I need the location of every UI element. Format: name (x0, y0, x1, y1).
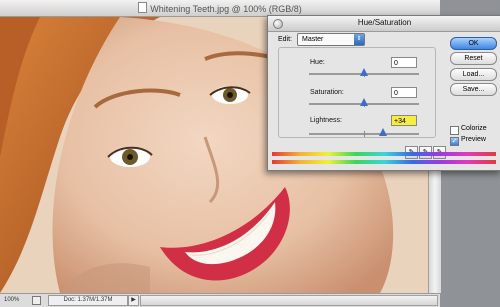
dialog-title: Hue/Saturation (357, 18, 412, 27)
lightness-slider-thumb[interactable] (379, 128, 387, 136)
output-color-bar (272, 160, 496, 164)
saturation-label: Saturation: (310, 89, 344, 96)
hue-saturation-dialog: Hue/Saturation Edit: Master ⇕ Hue: 0 Sat… (267, 15, 500, 171)
document-title-wrap: Whitening Teeth.jpg @ 100% (RGB/8) (0, 2, 440, 14)
colorize-checkbox[interactable] (450, 126, 459, 135)
input-color-bar (272, 152, 496, 156)
save-button[interactable]: Save... (450, 83, 497, 96)
file-icon (138, 2, 148, 13)
saturation-slider-thumb[interactable] (360, 98, 368, 106)
dialog-titlebar[interactable]: Hue/Saturation (268, 16, 500, 32)
document-size[interactable]: Doc: 1.37M/1.37M (48, 295, 128, 306)
colorize-label: Colorize (461, 125, 487, 132)
adjustment-group: Hue: 0 Saturation: 0 Lightness: +34 (278, 47, 436, 138)
lightness-center-tick (364, 131, 365, 137)
zoom-level[interactable]: 100% (4, 297, 19, 303)
hue-label: Hue: (310, 59, 325, 66)
document-title: Whitening Teeth.jpg @ 100% (RGB/8) (150, 4, 302, 14)
select-arrows-icon: ⇕ (354, 34, 364, 45)
edit-select-value: Master (302, 36, 324, 43)
hue-slider[interactable] (309, 68, 419, 77)
preview-checkbox[interactable]: ✓ (450, 137, 459, 146)
saturation-input[interactable]: 0 (391, 87, 417, 98)
horizontal-scrollbar[interactable] (140, 295, 438, 306)
lightness-slider[interactable] (309, 128, 419, 137)
lightness-label: Lightness: (310, 117, 342, 124)
hue-input[interactable]: 0 (391, 57, 417, 68)
edit-label: Edit: (278, 36, 293, 43)
status-icon[interactable] (32, 296, 41, 305)
reset-button[interactable]: Reset (450, 52, 497, 65)
lightness-input[interactable]: +34 (391, 115, 417, 126)
status-menu-arrow-icon[interactable]: ▶ (128, 295, 139, 306)
hue-slider-thumb[interactable] (360, 68, 368, 76)
edit-select[interactable]: Master ⇕ (297, 33, 365, 46)
load-button[interactable]: Load... (450, 68, 497, 81)
document-statusbar: 100% Doc: 1.37M/1.37M ▶ (0, 293, 440, 307)
saturation-slider[interactable] (309, 98, 419, 107)
ok-button[interactable]: OK (450, 37, 497, 50)
preview-label: Preview (461, 136, 486, 143)
